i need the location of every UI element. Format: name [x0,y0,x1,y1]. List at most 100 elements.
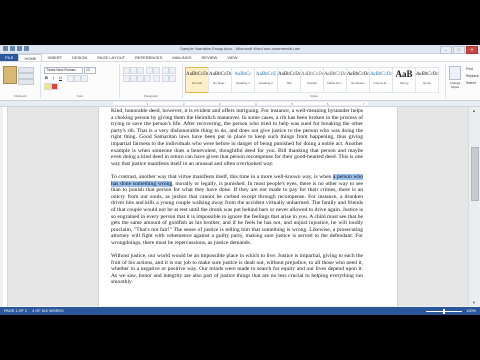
tab-references[interactable]: REFERENCES [130,54,167,61]
title-bar: Sample Narrative Essay.docx - Microsoft … [0,45,480,54]
scroll-up-icon[interactable]: ▲ [470,107,478,114]
zoom-slider[interactable] [426,308,463,314]
document-body[interactable]: Kind, honorable deed, however, it is evi… [111,108,363,293]
style-name: Strong [399,81,409,85]
close-button[interactable]: ✕ [466,46,478,54]
superscript-icon[interactable] [81,75,88,82]
tab-design[interactable]: DESIGN [67,54,92,61]
style-heading-1[interactable]: AaBbCc Heading 1 [231,67,255,93]
paragraph-2[interactable]: To contrast, another way that virtue man… [111,173,363,247]
ruler-number: 5 [291,102,293,106]
bold-button[interactable]: B [44,75,49,80]
style-normal[interactable]: AaBbCcDc Normal [185,67,209,93]
style-quote[interactable]: AaBbCcDc Quote [415,67,439,93]
document-page[interactable]: Kind, honorable deed, however, it is evi… [98,107,398,306]
tab-review[interactable]: REVIEW [197,54,223,61]
paragraph-3[interactable]: Without justice, our world would be an i… [111,253,363,286]
tab-home[interactable]: HOME [18,54,43,61]
increase-indent-icon[interactable] [153,67,160,74]
maximize-button[interactable]: □ [453,46,465,54]
zoom-level[interactable]: 100% [466,307,476,315]
subscript-icon[interactable] [74,75,81,82]
scroll-down-icon[interactable]: ▼ [470,299,478,306]
format-painter-icon[interactable] [18,79,34,85]
tab-file[interactable]: FILE [0,54,19,61]
change-styles-icon [449,66,461,80]
strikethrough-icon[interactable] [67,75,74,82]
find-button[interactable]: Find [466,67,473,71]
style-subtle-emphasis[interactable]: AaBbCcDc Subtle Em... [323,67,347,93]
tab-view[interactable]: VIEW [222,54,242,61]
style-sample: AaB [395,69,413,79]
style-name: Heading 1 [236,81,250,85]
align-center-icon[interactable] [130,75,137,82]
redo-icon[interactable] [24,46,29,51]
style-sample: AaBbCcDc [301,72,325,77]
word-count[interactable]: 4 OF 612 WORDS [32,309,63,313]
line-spacing-icon[interactable] [153,75,160,82]
style-emphasis[interactable]: AaBbCcDc Emphasis [346,67,370,93]
style-sample: AaBbCcDc [186,72,210,77]
tab-mailings[interactable]: MAILINGS [167,54,196,61]
word-logo-icon[interactable] [3,46,8,51]
styles-label: Styles [309,94,319,98]
style-title[interactable]: AaBbCcDc Title [277,67,301,93]
bullets-icon[interactable] [123,67,130,74]
show-marks-icon[interactable] [169,67,176,74]
minimize-button[interactable]: – [440,46,452,54]
status-left: PAGE 1 OF 2 4 OF 612 WORDS [4,307,64,315]
style-no-spacing[interactable]: AaBbCcDc No Spac... [208,67,232,93]
italic-button[interactable]: I [51,75,56,80]
window-title: Sample Narrative Essay.docx - Microsoft … [180,46,300,51]
ribbon: Clipboard Times New Roman 12 B I U Font [0,62,480,101]
editing-group: Find Replace Select [465,64,480,98]
vertical-scrollbar[interactable]: ▲ ▼ [468,107,479,306]
ruler-number: 2 [183,102,185,106]
ruler-number: 6 [327,102,329,106]
font-name-select[interactable]: Times New Roman [44,67,83,74]
paragraph-2-start: To contrast, another way that virtue man… [111,173,333,180]
style-name: Subtle Em... [326,81,344,85]
justify-icon[interactable] [144,75,151,82]
page-count[interactable]: PAGE 1 OF 2 [4,309,27,313]
replace-button[interactable]: Replace [466,74,479,78]
decrease-indent-icon[interactable] [146,67,153,74]
scroll-thumb[interactable] [471,147,479,201]
paragraph-label: Paragraph [143,94,158,98]
style-heading-2[interactable]: AaBbCcE Heading 2 [254,67,278,93]
underline-button[interactable]: U [58,75,63,80]
font-group: Times New Roman 12 B I U Font [41,64,120,98]
style-sample: AaBbCcDc [416,72,439,77]
multilevel-list-icon[interactable] [137,67,144,74]
clipboard-group: Clipboard [0,64,41,98]
undo-icon[interactable] [17,46,22,51]
style-strong[interactable]: AaB Strong [392,67,416,93]
tab-page-layout[interactable]: PAGE LAYOUT [92,54,130,61]
style-name: Quote [422,81,432,85]
ruler-number: 4 [255,102,257,106]
sort-icon[interactable] [162,67,169,74]
borders-icon[interactable] [169,75,176,82]
save-icon[interactable] [10,46,15,51]
clipboard-label: Clipboard [13,94,27,98]
font-size-select[interactable]: 12 [84,67,96,74]
style-subtitle[interactable]: AaBbCcDc Subtitle [300,67,324,93]
highlight-color-icon[interactable] [44,83,51,90]
word-window: Sample Narrative Essay.docx - Microsoft … [0,45,480,315]
tab-insert[interactable]: INSERT [42,54,67,61]
numbering-icon[interactable] [130,67,137,74]
font-color-icon[interactable] [51,83,58,90]
change-styles-button[interactable]: Change Styles [446,65,464,91]
select-button[interactable]: Select [466,81,476,85]
align-right-icon[interactable] [137,75,144,82]
style-name: Title [286,81,292,85]
shading-icon[interactable] [162,75,169,82]
style-name: Subtitle [306,81,317,85]
status-bar: PAGE 1 OF 2 4 OF 612 WORDS 100% [0,307,480,315]
align-left-icon[interactable] [123,75,130,82]
style-sample: AaBbCcDc [209,72,233,77]
style-intense-emphasis[interactable]: AaBbCcDc Intense E... [369,67,393,93]
paragraph-1[interactable]: Kind, honorable deed, however, it is evi… [111,108,363,167]
zoom-thumb[interactable] [443,308,446,314]
paste-icon[interactable] [3,66,17,84]
